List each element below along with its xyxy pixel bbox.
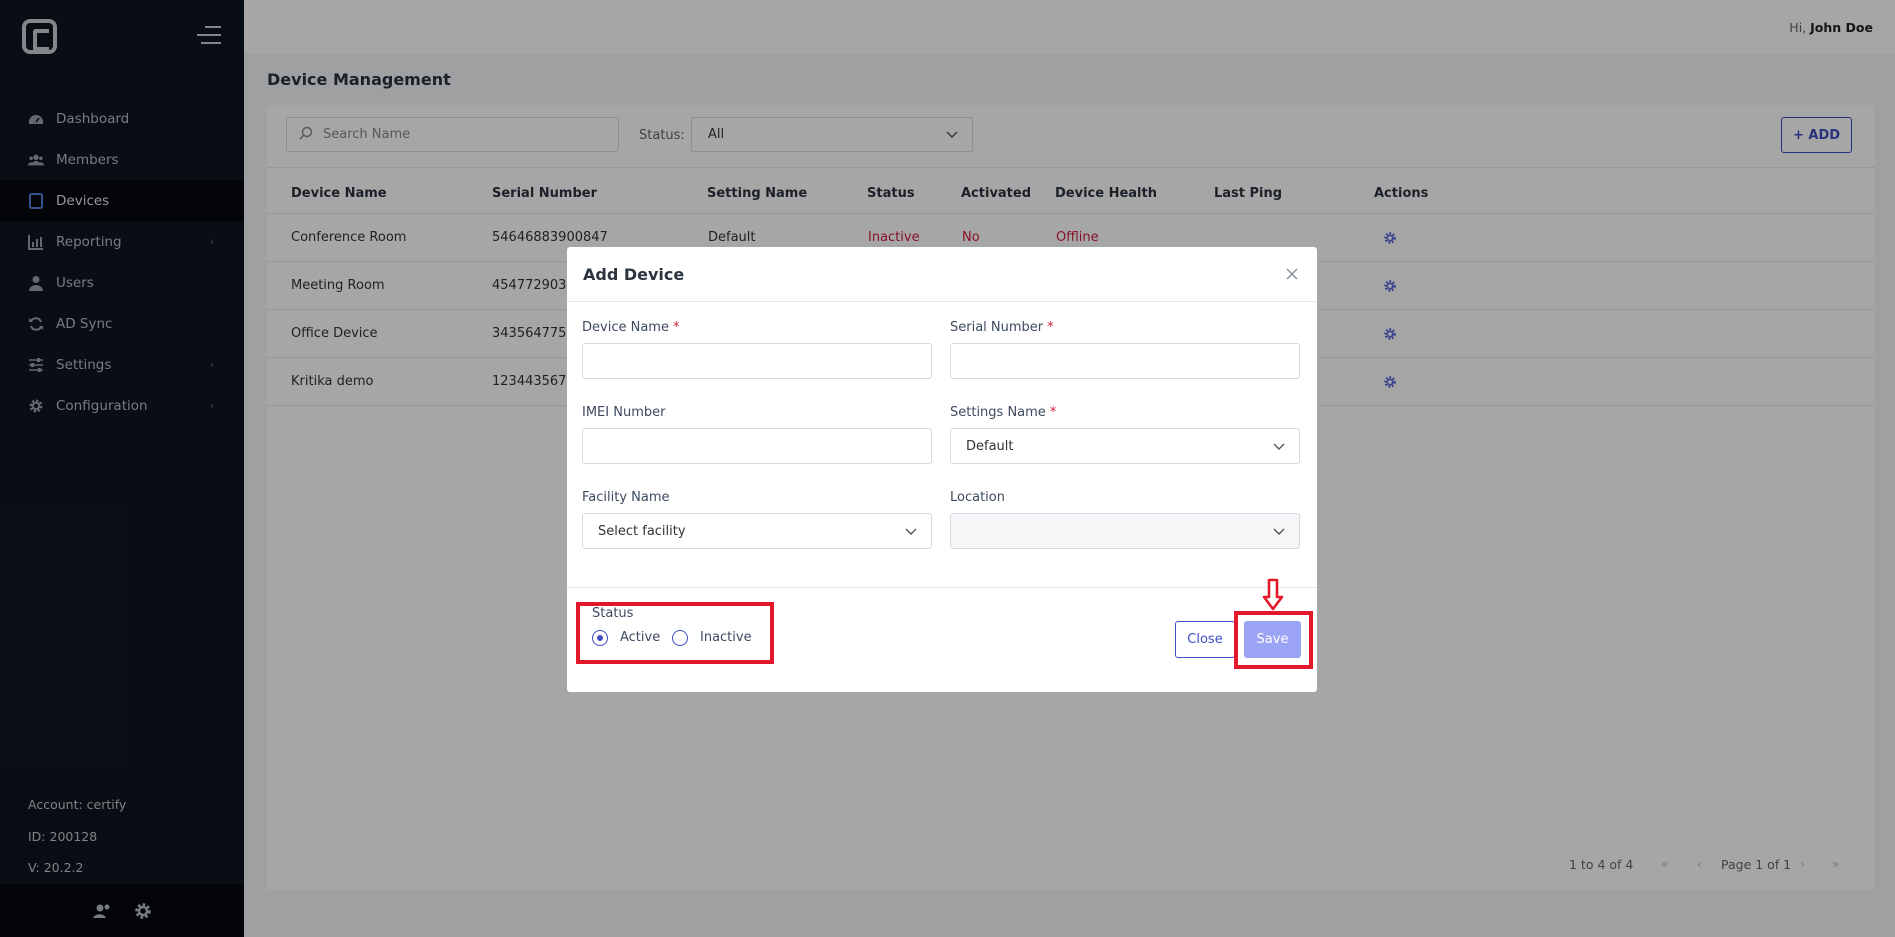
required-marker: *	[1047, 320, 1054, 335]
serial-number-label: Serial Number *	[950, 320, 1054, 335]
imei-number-input[interactable]	[582, 428, 932, 464]
location-select[interactable]	[950, 513, 1300, 549]
serial-number-input[interactable]	[950, 343, 1300, 379]
required-marker: *	[672, 320, 680, 335]
chevron-down-icon	[905, 525, 917, 541]
settings-name-value: Default	[966, 438, 1014, 454]
modal-header: Add Device	[567, 247, 1317, 302]
status-highlight-box	[576, 602, 774, 664]
save-highlight-box	[1234, 611, 1313, 669]
arrow-down-icon	[1262, 578, 1284, 616]
facility-name-label: Facility Name	[582, 490, 670, 505]
chevron-down-icon	[1273, 525, 1285, 541]
chevron-down-icon	[1273, 440, 1285, 456]
device-name-label: Device Name *	[582, 320, 679, 335]
label-text: Serial Number	[950, 320, 1044, 335]
label-text: Settings Name	[950, 405, 1046, 420]
close-icon[interactable]	[1285, 266, 1301, 282]
close-button[interactable]: Close	[1175, 621, 1235, 658]
label-text: Device Name	[582, 320, 669, 335]
imei-number-label: IMEI Number	[582, 405, 666, 420]
modal-footer-divider	[567, 587, 1317, 588]
device-name-input[interactable]	[582, 343, 932, 379]
settings-name-select[interactable]: Default	[950, 428, 1300, 464]
required-marker: *	[1049, 405, 1057, 420]
settings-name-label: Settings Name *	[950, 405, 1056, 420]
facility-name-select[interactable]: Select facility	[582, 513, 932, 549]
location-label: Location	[950, 490, 1005, 505]
modal-title: Add Device	[583, 265, 685, 284]
facility-value: Select facility	[598, 523, 686, 539]
